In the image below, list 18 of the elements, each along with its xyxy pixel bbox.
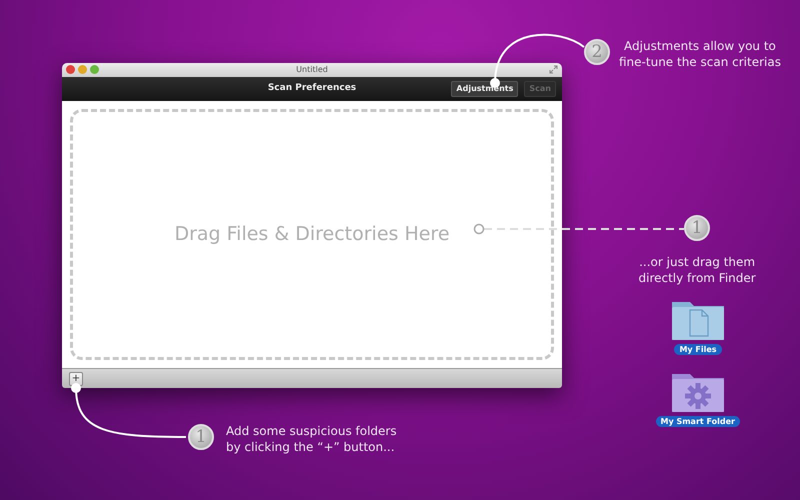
fullscreen-icon[interactable] [549, 65, 558, 74]
callout-text: Add some suspicious folders by clicking the “+” button... [226, 423, 397, 455]
add-button[interactable]: + [69, 372, 83, 386]
folder-label[interactable]: My Smart Folder [656, 416, 740, 427]
step-number-badge: 1 [188, 424, 214, 450]
step-number-badge: 1 [684, 215, 710, 241]
zoom-button[interactable] [90, 65, 99, 74]
minimize-button[interactable] [78, 65, 87, 74]
folder-label[interactable]: My Files [674, 344, 722, 355]
anchor-dot [474, 224, 484, 234]
drop-zone-text: Drag Files & Directories Here [174, 222, 450, 248]
toolbar-title: Scan Preferences [268, 82, 356, 96]
close-button[interactable] [66, 65, 75, 74]
callout-text: ...or just drag them directly from Finder [638, 254, 756, 286]
step-number-badge: 2 [584, 39, 610, 65]
anchor-dot [71, 383, 81, 393]
window-title: Untitled [296, 64, 328, 76]
callout-text: Adjustments allow you to fine-tune the scan criterias [619, 38, 781, 70]
